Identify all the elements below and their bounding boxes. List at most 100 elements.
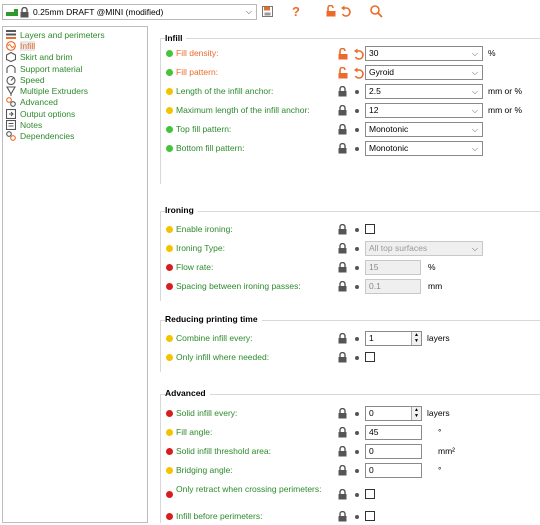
bridging-angle-field[interactable]: 0 [365,463,422,478]
sidebar-item-multiple-extruders[interactable]: Multiple Extruders [3,85,147,97]
section-title-ironing: Ironing [165,205,198,215]
combine-infill-spinner[interactable]: 1 ▲ ▼ [365,331,422,346]
lock-icon[interactable] [338,511,347,522]
lock-icon[interactable] [338,465,347,476]
chevron-down-icon: ⌵ [471,106,478,115]
ironing-spacing-field[interactable]: 0.1 [365,279,421,294]
lock-icon[interactable] [338,427,347,438]
setting-combine-infill: Combine infill every: 1 ▲ ▼ layers [166,331,540,347]
spin-down-icon[interactable]: ▼ [414,339,419,344]
system-value-bullet [355,228,359,232]
section-border [160,38,161,184]
setting-fill-angle: Fill angle: 45 ° [166,425,540,441]
setting-top-fill-pattern: Top fill pattern: Monotonic ⌵ [166,122,540,138]
system-value-bullet [355,109,359,113]
unit-label: ° [438,427,442,437]
lock-icon[interactable] [338,333,347,344]
fill-density-combo[interactable]: 30 ⌵ [365,46,483,61]
infill-icon [6,41,16,51]
lock-icon[interactable] [338,262,347,273]
infill-before-perimeters-checkbox[interactable] [365,511,375,521]
chevron-down-icon: ⌵ [471,68,478,77]
ironing-type-combo[interactable]: All top surfaces ⌵ [365,241,483,256]
settings-page-list: Layers and perimeters Infill Skirt and b… [2,26,148,523]
chevron-down-icon: ⌵ [471,125,478,134]
lock-icon[interactable] [338,224,347,235]
lock-icon[interactable] [338,243,347,254]
setting-fill-density: Fill density: 30 ⌵ % [166,46,540,62]
system-value-bullet [355,285,359,289]
undo-icon[interactable] [353,67,364,79]
lock-icon[interactable] [338,86,347,97]
unit-label: ° [438,465,442,475]
infill-anchor-max-combo[interactable]: 12 ⌵ [365,103,483,118]
top-fill-pattern-combo[interactable]: Monotonic ⌵ [365,122,483,137]
advanced-mode-dot [166,226,173,233]
chevron-down-icon: ⌵ [245,7,252,16]
enable-ironing-checkbox[interactable] [365,224,375,234]
solid-infill-every-spinner[interactable]: 0 ▲ ▼ [365,406,422,421]
settings-toolbar: 0.25mm DRAFT @MINI (modified) ⌵ ? [0,0,540,24]
expert-mode-dot [166,283,173,290]
layers-icon [6,30,16,40]
sidebar-item-dependencies[interactable]: Dependencies [3,131,147,142]
unlock-icon[interactable] [338,67,348,79]
save-icon[interactable] [262,3,273,19]
question-icon[interactable]: ? [292,3,300,19]
sidebar-item-infill[interactable]: Infill [3,40,147,51]
spin-down-icon[interactable]: ▼ [414,414,419,419]
solid-infill-threshold-field[interactable]: 0 [365,444,422,459]
fill-pattern-combo[interactable]: Gyroid ⌵ [365,65,483,80]
fill-angle-field[interactable]: 45 [365,425,422,440]
bottom-fill-pattern-combo[interactable]: Monotonic ⌵ [365,141,483,156]
setting-bridging-angle: Bridging angle: 0 ° [166,463,540,479]
lock-icon[interactable] [338,489,347,500]
dependencies-icon [6,131,16,142]
simple-mode-dot [166,126,173,133]
infill-anchor-length-combo[interactable]: 2.5 ⌵ [365,84,483,99]
only-retract-crossing-checkbox[interactable] [365,489,375,499]
undo-icon[interactable] [353,48,364,60]
ironing-flow-rate-field[interactable]: 15 [365,260,421,275]
advanced-mode-dot [166,88,173,95]
expert-mode-dot [166,448,173,455]
sidebar-item-advanced[interactable]: Advanced [3,97,147,108]
output-icon [6,108,16,119]
print-preset-combo[interactable]: 0.25mm DRAFT @MINI (modified) ⌵ [2,4,257,20]
lock-icon[interactable] [338,105,347,116]
search-icon[interactable] [370,3,383,19]
section-title-infill: Infill [165,33,187,43]
sidebar-item-speed[interactable]: Speed [3,74,147,85]
section-title-reducing-printing-time: Reducing printing time [165,314,262,324]
only-infill-where-needed-checkbox[interactable] [365,352,375,362]
lock-icon[interactable] [338,281,347,292]
unlock-icon[interactable] [326,3,336,19]
lock-icon[interactable] [338,124,347,135]
lock-icon[interactable] [338,446,347,457]
system-value-bullet [355,493,359,497]
section-border [160,211,540,212]
system-value-bullet [355,412,359,416]
setting-solid-infill-every: Solid infill every: 0 ▲ ▼ layers [166,406,540,422]
system-value-bullet [355,90,359,94]
sidebar-item-output-options[interactable]: Output options [3,108,147,119]
system-value-bullet [355,356,359,360]
unit-label: mm or % [488,86,522,96]
sidebar-item-support-material[interactable]: Support material [3,63,147,74]
lock-icon[interactable] [338,408,347,419]
sidebar-item-skirt-and-brim[interactable]: Skirt and brim [3,52,147,63]
setting-solid-infill-threshold: Solid infill threshold area: 0 mm² [166,444,540,460]
advanced-mode-dot [166,245,173,252]
lock-icon[interactable] [338,143,347,154]
system-value-bullet [355,450,359,454]
spinner-buttons[interactable]: ▲ ▼ [411,407,421,420]
undo-icon[interactable] [340,3,351,19]
lock-icon[interactable] [338,352,347,363]
spinner-buttons[interactable]: ▲ ▼ [411,332,421,345]
unit-label: mm² [438,446,455,456]
sidebar-item-layers-and-perimeters[interactable]: Layers and perimeters [3,29,147,40]
simple-mode-dot [166,69,173,76]
extruders-icon [6,86,16,97]
sidebar-item-notes[interactable]: Notes [3,119,147,131]
unlock-icon[interactable] [338,48,348,60]
